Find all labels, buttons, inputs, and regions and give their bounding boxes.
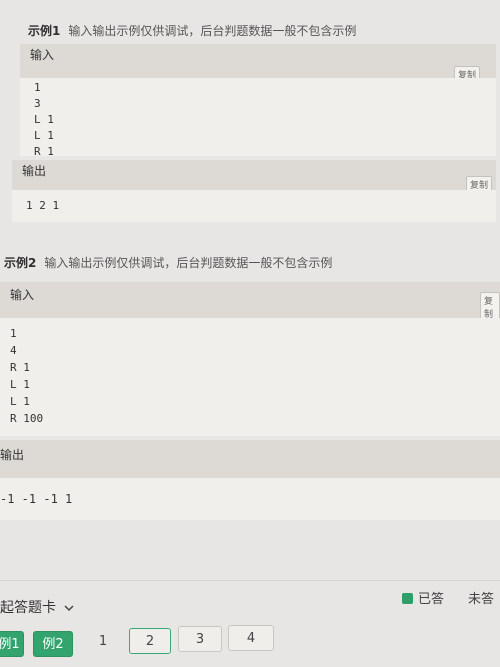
question-label: 4 [246,631,256,646]
question-label: 2 [145,634,155,649]
code-line: 4 [10,344,17,357]
legend-answered: 已答 [402,588,444,607]
example1-output-header: 输出 [12,160,496,190]
code-line: 1 2 1 [26,199,60,212]
code-line: L 1 [34,113,54,126]
example2-header: 示例2 输入输出示例仅供调试，后台判题数据一般不包含示例 [4,254,332,271]
example2-output-header: 输出 [0,440,500,478]
example2-title: 示例2 [4,256,37,270]
example1-output-content: 1 2 1 [12,190,496,222]
legend-unanswered-label: 未答 [468,592,495,607]
question-button-1[interactable]: 1 [82,629,124,655]
answered-square-icon [402,593,413,604]
code-line: L 1 [10,378,30,391]
example2-input-box: 输入 复制 1 4 R 1 L 1 L 1 R 100 [0,282,500,436]
code-line: 3 [34,97,41,110]
example1-input-box: 输入 复制 1 3 L 1 L 1 R 1 [20,44,496,158]
question-button-example2[interactable]: 例2 [33,631,73,657]
chevron-down-icon [64,600,74,616]
code-line: R 100 [10,412,44,425]
example1-output-label: 输出 [22,164,47,178]
example2-note: 输入输出示例仅供调试，后台判题数据一般不包含示例 [44,256,333,270]
example1-title: 示例1 [28,24,61,38]
code-line: -1 -1 -1 1 [0,492,73,506]
question-button-3[interactable]: 3 [178,626,222,652]
legend-unanswered: 未答 [468,588,494,607]
code-line: 1 [10,327,17,340]
example1-input-label: 输入 [30,48,55,62]
answer-card-toggle-label: 起答题卡 [0,600,56,616]
example2-output-box: 输出 -1 -1 -1 1 [0,440,500,520]
example1-header: 示例1 输入输出示例仅供调试，后台判题数据一般不包含示例 [28,22,356,39]
question-button-4[interactable]: 4 [228,625,274,651]
question-button-example1[interactable]: 例1 [0,631,24,657]
example1-input-content: 1 3 L 1 L 1 R 1 [20,78,496,158]
code-line: 1 [34,81,41,94]
answer-card-toggle[interactable]: 起答题卡 [0,597,74,617]
legend-answered-label: 已答 [418,592,445,607]
example2-output-content: -1 -1 -1 1 [0,478,500,520]
code-line: R 1 [34,145,54,158]
question-button-2[interactable]: 2 [129,628,171,654]
question-label: 例2 [42,637,64,652]
question-label: 1 [98,634,108,649]
example2-input-header: 输入 [0,282,500,318]
example2-input-label: 输入 [10,288,35,302]
code-line: L 1 [10,395,30,408]
question-label: 3 [195,632,205,647]
divider [0,580,500,581]
example2-input-content: 1 4 R 1 L 1 L 1 R 100 [0,318,500,436]
example1-output-box: 输出 复制 1 2 1 [12,160,496,222]
example1-note: 输入输出示例仅供调试，后台判题数据一般不包含示例 [68,24,357,38]
example2-output-label: 输出 [0,448,25,462]
question-label: 例1 [0,637,20,652]
example1-input-header: 输入 [20,44,496,78]
code-line: L 1 [34,129,54,142]
code-line: R 1 [10,361,30,374]
